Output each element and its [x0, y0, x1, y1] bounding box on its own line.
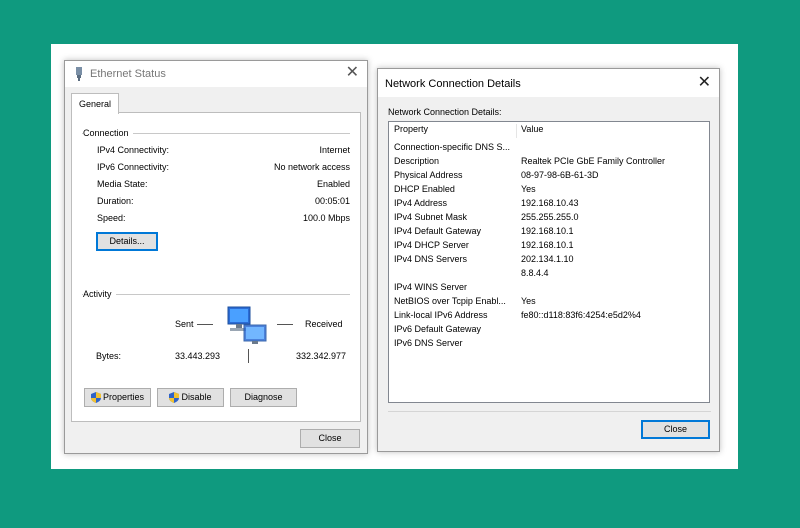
sent-label: Sent: [175, 319, 194, 329]
list-item-property[interactable]: IPv4 Default Gateway: [394, 226, 516, 236]
title-bar[interactable]: Ethernet Status ✕: [65, 61, 367, 87]
activity-divider-vertical: [248, 349, 249, 363]
ethernet-icon: [74, 67, 84, 83]
list-item-property[interactable]: Connection-specific DNS S...: [394, 142, 516, 152]
bytes-sent-value: 33.443.293: [174, 351, 220, 361]
list-item-property[interactable]: NetBIOS over Tcpip Enabl...: [394, 296, 516, 306]
ipv6-connectivity-label: IPv6 Connectivity:: [97, 162, 170, 172]
list-item-property[interactable]: IPv6 Default Gateway: [394, 324, 516, 334]
uac-shield-icon: [90, 392, 101, 404]
received-label: Received: [305, 319, 343, 329]
media-state-label: Media State:: [97, 179, 148, 189]
close-button[interactable]: Close: [641, 420, 710, 439]
footer-divider: [388, 411, 711, 412]
diagnose-button[interactable]: Diagnose: [230, 388, 297, 407]
list-item-value[interactable]: 192.168.10.1: [521, 226, 574, 236]
details-list[interactable]: Property Value Connection-specific DNS S…: [388, 121, 710, 403]
details-button[interactable]: Details...: [96, 232, 158, 251]
activity-label: Activity: [83, 289, 116, 299]
disable-button-label: Disable: [181, 392, 212, 402]
close-icon[interactable]: ✕: [346, 64, 359, 82]
uac-shield-icon: [169, 392, 180, 404]
list-item-property[interactable]: IPv4 DHCP Server: [394, 240, 516, 250]
disable-button[interactable]: Disable: [157, 388, 224, 407]
list-item-property[interactable]: DHCP Enabled: [394, 184, 516, 194]
properties-button[interactable]: Properties: [84, 388, 151, 407]
tab-general[interactable]: General: [71, 93, 119, 114]
list-item-value[interactable]: Realtek PCIe GbE Family Controller: [521, 156, 665, 166]
list-item-property[interactable]: Link-local IPv6 Address: [394, 310, 516, 320]
bytes-label: Bytes:: [96, 351, 122, 361]
duration-label: Duration:: [97, 196, 134, 206]
column-separator[interactable]: [516, 124, 517, 138]
media-state-value: Enabled: [316, 179, 350, 189]
sent-line: [197, 324, 213, 325]
list-item-property[interactable]: IPv4 DNS Servers: [394, 254, 516, 264]
list-item-value[interactable]: Yes: [521, 296, 536, 306]
list-item-value[interactable]: 192.168.10.43: [521, 198, 579, 208]
section-label: Network Connection Details:: [388, 107, 502, 117]
duration-value: 00:05:01: [314, 196, 350, 206]
ipv4-connectivity-label: IPv4 Connectivity:: [97, 145, 170, 155]
speed-label: Speed:: [97, 213, 126, 223]
bytes-received-value: 332.342.977: [295, 351, 346, 361]
list-item-property[interactable]: IPv4 Address: [394, 198, 516, 208]
ethernet-status-window: Ethernet Status ✕ General Connection IPv…: [64, 60, 368, 454]
list-item-property[interactable]: IPv4 WINS Server: [394, 282, 516, 292]
received-line: [277, 324, 293, 325]
speed-value: 100.0 Mbps: [302, 213, 350, 223]
list-item-property[interactable]: Description: [394, 156, 516, 166]
column-header-property[interactable]: Property: [394, 124, 428, 134]
general-panel: Connection IPv4 Connectivity: Internet I…: [71, 112, 361, 422]
close-button[interactable]: Close: [300, 429, 360, 448]
activity-divider: [82, 294, 350, 295]
ipv4-connectivity-value: Internet: [319, 145, 350, 155]
list-item-value[interactable]: 192.168.10.1: [521, 240, 574, 250]
list-item-value[interactable]: fe80::d118:83f6:4254:e5d2%4: [521, 310, 641, 320]
network-connection-details-window: Network Connection Details ✕ Network Con…: [377, 68, 720, 452]
network-computers-icon: [224, 305, 270, 349]
list-item-property[interactable]: Physical Address: [394, 170, 516, 180]
list-item-property[interactable]: IPv6 DNS Server: [394, 338, 516, 348]
list-item-value[interactable]: 202.134.1.10: [521, 254, 574, 264]
properties-button-label: Properties: [102, 392, 145, 402]
window-title: Ethernet Status: [90, 68, 166, 80]
connection-label: Connection: [83, 128, 133, 138]
title-bar[interactable]: Network Connection Details ✕: [378, 69, 719, 97]
list-item-value[interactable]: 8.8.4.4: [521, 268, 549, 278]
list-item-value[interactable]: 08-97-98-6B-61-3D: [521, 170, 599, 180]
column-header-value[interactable]: Value: [521, 124, 543, 134]
list-item-value[interactable]: Yes: [521, 184, 536, 194]
list-item-property[interactable]: IPv4 Subnet Mask: [394, 212, 516, 222]
list-item-value[interactable]: 255.255.255.0: [521, 212, 579, 222]
window-title: Network Connection Details: [385, 78, 521, 90]
ipv6-connectivity-value: No network access: [273, 162, 350, 172]
close-icon[interactable]: ✕: [698, 74, 711, 92]
